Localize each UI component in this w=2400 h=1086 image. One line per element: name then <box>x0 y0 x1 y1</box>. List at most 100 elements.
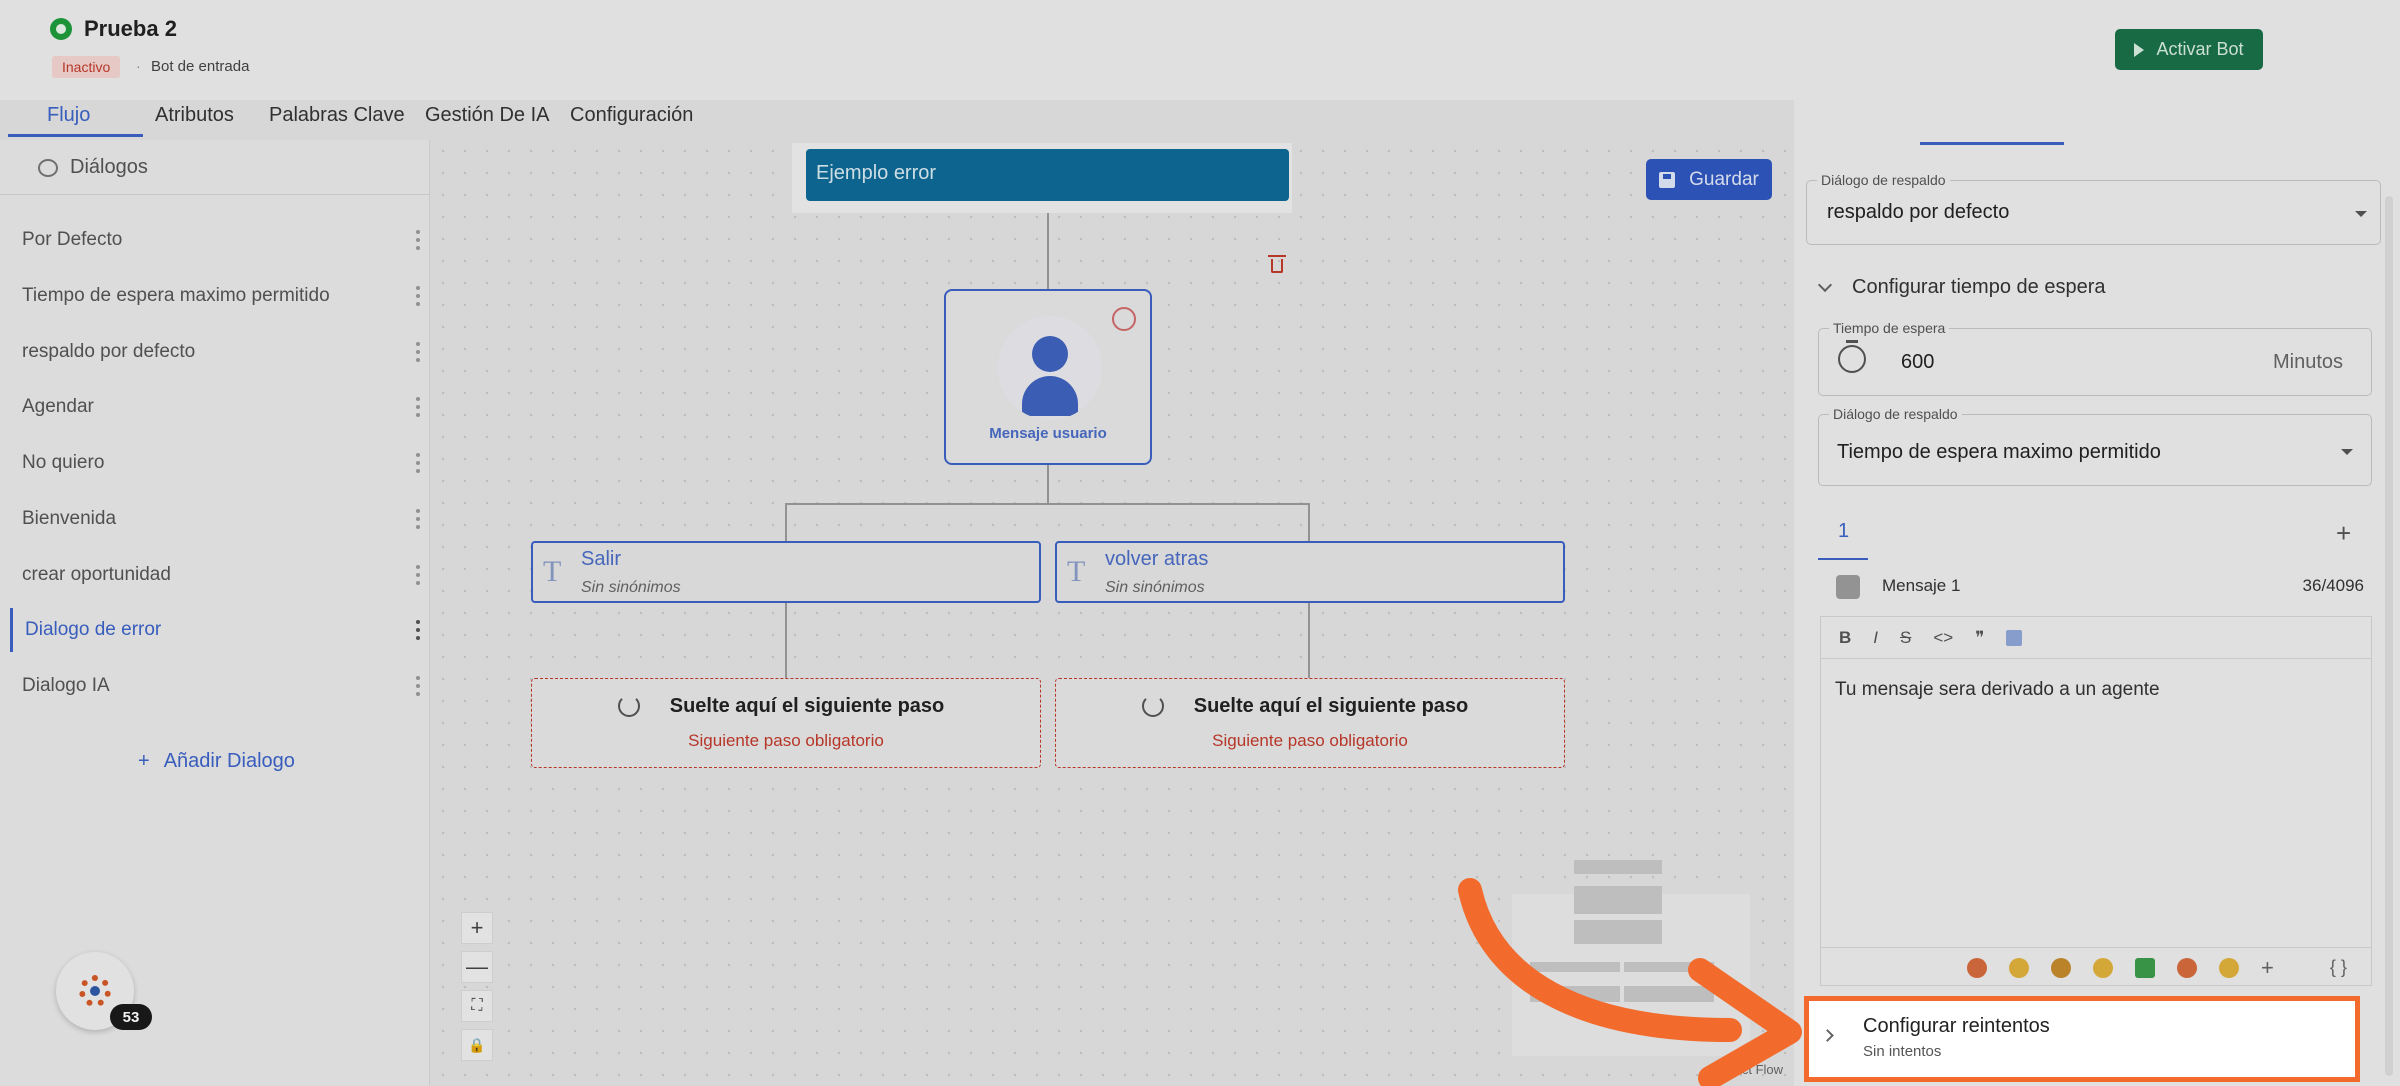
activate-bot-button[interactable]: Activar Bot <box>2115 29 2263 70</box>
save-button[interactable]: Guardar <box>1646 159 1772 200</box>
sidebar-item-label: Agendar <box>22 396 94 417</box>
sidebar-item-crear-oportunidad[interactable]: crear oportunidad <box>10 553 420 597</box>
sidebar-item-respaldo[interactable]: respaldo por defecto <box>10 330 420 374</box>
add-dialog-button[interactable]: + Añadir Dialogo <box>138 750 295 773</box>
message-header: Mensaje 1 36/4096 <box>1836 573 2364 601</box>
bot-type: Bot de entrada <box>151 58 250 75</box>
tab-gestion-ia[interactable]: Gestión De IA <box>425 104 550 127</box>
tab-atributos[interactable]: Atributos <box>155 104 234 127</box>
timeout-fallback-select[interactable]: Diálogo de respaldo Tiempo de espera max… <box>1818 406 2372 486</box>
message-tab-indicator <box>1818 558 1868 560</box>
sidebar-item-por-defecto[interactable]: Por Defecto <box>10 218 420 262</box>
drop-target-title: Suelte aquí el siguiente paso <box>669 695 945 717</box>
more-options-icon[interactable] <box>416 565 420 585</box>
editor-toolbar: B I S <> ❞ <box>1821 617 2371 659</box>
sidebar-item-tiempo-espera[interactable]: Tiempo de espera maximo permitido <box>10 274 420 318</box>
bold-button[interactable]: B <box>1839 628 1851 648</box>
edge <box>785 503 1310 505</box>
section-title: Configurar tiempo de espera <box>1852 276 2106 298</box>
field-value: Tiempo de espera maximo permitido <box>1837 441 2161 463</box>
retries-title: Configurar reintentos <box>1863 1015 2050 1037</box>
keyword-node-salir[interactable]: T Salir Sin sinónimos <box>531 541 1041 603</box>
main-tabs: Flujo Atributos Palabras Clave Gestión D… <box>0 100 1800 138</box>
more-emoji-button[interactable]: + <box>2261 955 2274 981</box>
more-options-icon[interactable] <box>416 453 420 473</box>
thumbs-up-emoji-icon[interactable] <box>2009 957 2029 978</box>
panel-scrollbar[interactable] <box>2385 196 2393 1076</box>
edge <box>1308 603 1310 678</box>
drop-target-title: Suelte aquí el siguiente paso <box>1193 695 1469 717</box>
more-options-icon[interactable] <box>416 676 420 696</box>
dialogs-sidebar: Diálogos Por Defecto Tiempo de espera ma… <box>0 140 430 1086</box>
medal-emoji-icon[interactable] <box>2093 957 2113 978</box>
tab-palabras-clave[interactable]: Palabras Clave <box>269 104 405 127</box>
message-editor[interactable]: B I S <> ❞ Tu mensaje sera derivado a un… <box>1820 616 2372 986</box>
save-icon <box>1659 171 1676 188</box>
configure-retries-section[interactable]: Configurar reintentos Sin intentos <box>1804 996 2360 1082</box>
fit-view-button[interactable]: ⛶ <box>461 990 493 1022</box>
sidebar-item-agendar[interactable]: Agendar <box>10 385 420 429</box>
emoji-icon[interactable] <box>2219 957 2239 978</box>
keyword-node-volver-atras[interactable]: T volver atras Sin sinónimos <box>1055 541 1565 603</box>
tab-configuracion[interactable]: Configuración <box>570 104 693 127</box>
variables-button[interactable]: { } <box>2330 957 2347 978</box>
message-text[interactable]: Tu mensaje sera derivado a un agente <box>1835 679 2160 701</box>
tab-flujo[interactable]: Flujo <box>47 104 90 127</box>
sidebar-item-dialogo-ia[interactable]: Dialogo IA <box>10 664 420 708</box>
chevron-down-icon <box>2355 211 2367 217</box>
image-icon[interactable] <box>2006 629 2023 646</box>
quote-button[interactable]: ❞ <box>1975 628 1984 648</box>
edge <box>1308 503 1310 541</box>
more-options-icon[interactable] <box>416 286 420 306</box>
emoji-icon[interactable] <box>2051 957 2071 978</box>
emoji-icon[interactable] <box>1967 957 1987 978</box>
lock-button[interactable]: 🔒 <box>461 1029 493 1061</box>
check-emoji-icon[interactable] <box>2135 957 2155 978</box>
more-options-icon[interactable] <box>416 620 420 640</box>
minimap[interactable] <box>1512 860 1750 1056</box>
sidebar-item-label: Bienvenida <box>22 508 117 529</box>
chat-count-badge: 53 <box>110 1004 152 1030</box>
message-tab-1[interactable]: 1 <box>1838 520 1849 543</box>
timeout-section-toggle[interactable]: Configurar tiempo de espera <box>1817 276 2106 299</box>
sidebar-item-label: respaldo por defecto <box>22 341 196 362</box>
chevron-down-icon <box>1817 277 1833 292</box>
more-options-icon[interactable] <box>416 230 420 250</box>
drop-target[interactable]: Suelte aquí el siguiente paso Siguiente … <box>1055 678 1565 768</box>
more-options-icon[interactable] <box>416 397 420 417</box>
start-node[interactable]: Ejemplo error <box>806 149 1289 201</box>
edge <box>785 603 787 678</box>
keyword-name: volver atras <box>1105 548 1209 570</box>
sidebar-item-no-quiero[interactable]: No quiero <box>10 441 420 485</box>
whatsapp-icon <box>50 18 72 40</box>
status-badge: Inactivo <box>52 56 121 78</box>
delete-message-icon[interactable] <box>1836 575 1860 599</box>
app-header: Prueba 2 Inactivo · Bot de entrada Activ… <box>0 0 2400 100</box>
fallback-dialog-select[interactable]: Diálogo de respaldo respaldo por defecto <box>1806 172 2381 245</box>
italic-button[interactable]: I <box>1873 628 1878 648</box>
node-settings-icon[interactable] <box>1112 307 1136 331</box>
zoom-out-button[interactable]: — <box>461 951 493 983</box>
chat-icon <box>38 158 58 177</box>
text-type-icon: T <box>543 555 562 588</box>
more-options-icon[interactable] <box>416 342 420 362</box>
sidebar-item-dialogo-error[interactable]: Dialogo de error <box>10 608 420 652</box>
more-options-icon[interactable] <box>416 509 420 529</box>
sidebar-item-bienvenida[interactable]: Bienvenida <box>10 497 420 541</box>
add-message-button[interactable]: + <box>2336 518 2351 549</box>
code-button[interactable]: <> <box>1933 628 1953 648</box>
react-flow-attribution[interactable]: React Flow <box>1718 1062 1783 1077</box>
zoom-in-button[interactable]: + <box>461 912 493 944</box>
timeout-field[interactable]: Tiempo de espera 600 Minutos <box>1818 320 2372 396</box>
panel-active-tab-indicator <box>1920 142 2064 145</box>
play-icon <box>2134 42 2145 57</box>
active-tab-indicator <box>8 134 143 137</box>
message-title: Mensaje 1 <box>1882 576 1961 595</box>
drop-target[interactable]: Suelte aquí el siguiente paso Siguiente … <box>531 678 1041 768</box>
strikethrough-button[interactable]: S <box>1900 628 1911 648</box>
user-message-node[interactable]: Mensaje usuario <box>944 289 1152 465</box>
delete-node-icon[interactable] <box>1268 253 1286 273</box>
keyword-name: Salir <box>581 548 622 570</box>
field-label: Tiempo de espera <box>1829 320 1950 336</box>
emoji-icon[interactable] <box>2177 957 2197 978</box>
